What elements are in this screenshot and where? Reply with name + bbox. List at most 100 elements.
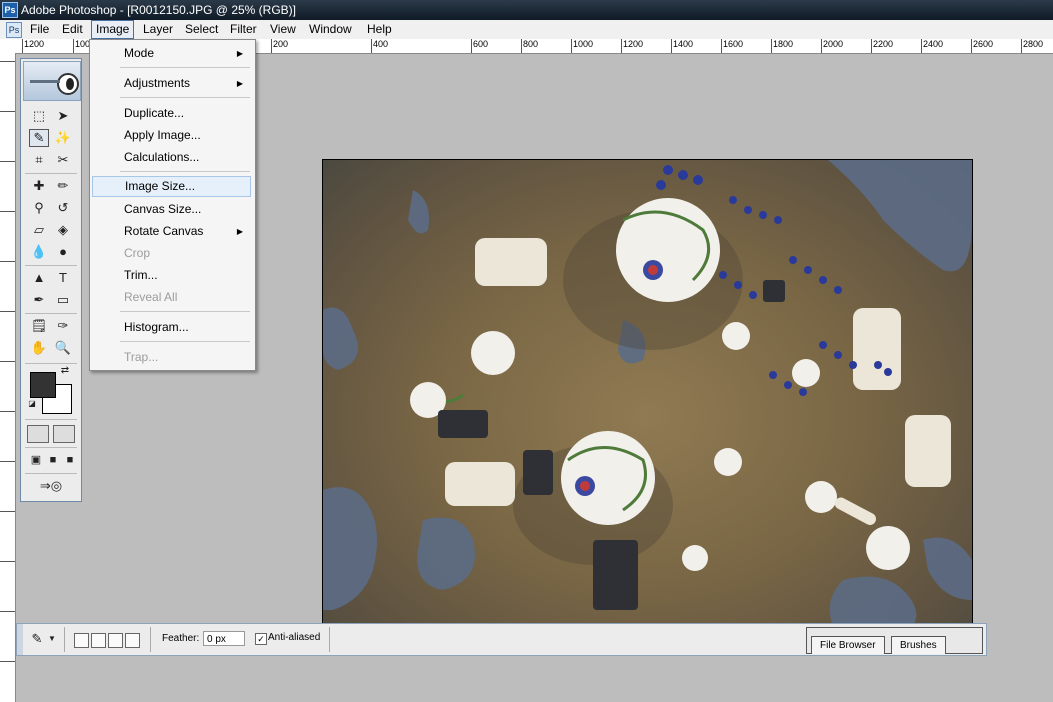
- submenu-arrow-icon: ▶: [236, 49, 243, 58]
- menu-help[interactable]: Help: [363, 21, 396, 38]
- menu-item-reveal-all: Reveal All: [124, 290, 178, 304]
- jump-to-imageready-icon[interactable]: ⇒◎: [31, 477, 71, 495]
- menu-item-image-size[interactable]: Image Size...: [92, 176, 251, 197]
- paint-bucket-tool-icon[interactable]: ◈: [53, 221, 73, 239]
- menu-edit[interactable]: Edit: [58, 21, 87, 38]
- full-screen-mode-icon[interactable]: ■: [60, 451, 80, 469]
- submenu-arrow-icon: ▶: [236, 79, 243, 88]
- brush-tool-icon[interactable]: ✏: [53, 177, 73, 195]
- menu-select[interactable]: Select: [181, 21, 222, 38]
- menu-item-apply-image[interactable]: Apply Image...: [92, 125, 251, 146]
- notes-tool-icon[interactable]: 🗒: [29, 317, 49, 335]
- anti-aliased-checkbox[interactable]: ✓: [255, 633, 267, 645]
- ruler-h-label: 2800: [1023, 39, 1044, 49]
- menu-layer[interactable]: Layer: [139, 21, 177, 38]
- hand-tool-icon[interactable]: ✋: [29, 339, 49, 357]
- menu-file[interactable]: File: [26, 21, 53, 38]
- standard-mode-button[interactable]: [27, 425, 49, 443]
- anti-aliased-label: Anti-aliased: [268, 632, 321, 643]
- toolbox-header-logo[interactable]: [23, 61, 81, 101]
- eyedropper-tool-icon[interactable]: ✑: [53, 317, 73, 335]
- title-bar: Ps Adobe Photoshop - [R0012150.JPG @ 25%…: [0, 0, 1053, 20]
- clone-stamp-tool-icon[interactable]: ⚲: [29, 199, 49, 217]
- options-bar-grip[interactable]: [17, 624, 23, 655]
- crop-tool-icon[interactable]: ⌗: [29, 151, 49, 169]
- menu-window[interactable]: Window: [305, 21, 356, 38]
- photoshop-app-icon[interactable]: Ps: [2, 2, 18, 18]
- image-menu-dropdown: Mode ▶ Adjustments ▶ Duplicate... Apply Im…: [89, 39, 256, 371]
- lasso-tool-preset-icon[interactable]: ✎: [27, 630, 47, 648]
- vertical-ruler[interactable]: [0, 53, 16, 702]
- menu-item-adjustments[interactable]: Adjustments ▶: [92, 73, 251, 94]
- ruler-h-label: 200: [273, 39, 289, 49]
- intersect-selection-icon[interactable]: [125, 633, 140, 648]
- menu-item-crop: Crop: [124, 246, 151, 260]
- toolbox: ⬚ ➤ ✎ ✨ ⌗ ✂ ✚ ✏ ⚲ ↺ ▱ ◈ 💧 ● ▲ T ✒ ▭ 🗒 ✑ …: [20, 58, 82, 502]
- healing-brush-tool-icon[interactable]: ✚: [29, 177, 49, 195]
- menu-item-mode-label: Mode: [124, 46, 155, 60]
- pen-tool-icon[interactable]: ✒: [29, 291, 49, 309]
- swap-colors-icon[interactable]: ⇄: [59, 365, 71, 377]
- tab-file-browser[interactable]: File Browser: [811, 636, 885, 654]
- type-tool-icon[interactable]: T: [53, 269, 73, 287]
- menu-item-trap: Trap...: [124, 350, 159, 364]
- zoom-tool-icon[interactable]: 🔍: [53, 339, 73, 357]
- lasso-tool-icon[interactable]: ✎: [29, 129, 49, 147]
- ruler-h-label: 2000: [823, 39, 844, 49]
- ruler-h-label: 1400: [673, 39, 694, 49]
- move-tool-icon[interactable]: ➤: [53, 107, 73, 125]
- ruler-h-label: 600: [473, 39, 489, 49]
- tab-brushes[interactable]: Brushes: [891, 636, 946, 654]
- menu-item-trim[interactable]: Trim...: [92, 265, 251, 286]
- menu-item-canvas-size[interactable]: Canvas Size...: [92, 199, 251, 220]
- ruler-h-label: 800: [523, 39, 539, 49]
- history-brush-tool-icon[interactable]: ↺: [53, 199, 73, 217]
- quick-mask-mode-button[interactable]: [53, 425, 75, 443]
- ruler-h-label: 2400: [923, 39, 944, 49]
- ruler-h-label: 2200: [873, 39, 894, 49]
- document-canvas[interactable]: [322, 159, 973, 627]
- foreground-color-swatch[interactable]: [30, 372, 56, 398]
- menu-image[interactable]: Image: [91, 20, 135, 39]
- menu-item-duplicate[interactable]: Duplicate...: [92, 103, 251, 124]
- magic-wand-tool-icon[interactable]: ✨: [53, 129, 73, 147]
- ruler-h-label: 1000: [573, 39, 594, 49]
- submenu-arrow-icon: ▶: [236, 227, 243, 236]
- menu-item-rotate-canvas-label: Rotate Canvas: [124, 224, 204, 238]
- ruler-h-label: 1200: [623, 39, 644, 49]
- new-selection-icon[interactable]: [74, 633, 89, 648]
- subtract-from-selection-icon[interactable]: [108, 633, 123, 648]
- preset-dropdown-arrow-icon[interactable]: ▼: [47, 630, 57, 648]
- dodge-tool-icon[interactable]: ●: [53, 243, 73, 261]
- menu-item-rotate-canvas[interactable]: Rotate Canvas ▶: [92, 221, 251, 242]
- slice-tool-icon[interactable]: ✂: [53, 151, 73, 169]
- shape-tool-icon[interactable]: ▭: [53, 291, 73, 309]
- menu-item-adjustments-label: Adjustments: [124, 76, 191, 90]
- path-selection-tool-icon[interactable]: ▲: [29, 269, 49, 287]
- ruler-h-label: 2600: [973, 39, 994, 49]
- marquee-tool-icon[interactable]: ⬚: [29, 107, 49, 125]
- ruler-h-label: 100: [75, 39, 91, 49]
- document-icon[interactable]: Ps: [6, 22, 22, 38]
- ruler-h-label: 1600: [723, 39, 744, 49]
- ruler-h-label: 1200: [24, 39, 45, 49]
- tabletop-photo: [323, 160, 972, 626]
- menu-item-calculations[interactable]: Calculations...: [92, 147, 251, 168]
- menu-item-histogram[interactable]: Histogram...: [92, 317, 251, 338]
- eraser-tool-icon[interactable]: ▱: [29, 221, 49, 239]
- options-bar: ✎ ▼ Feather: 0 px ✓ Anti-aliased File Br…: [16, 623, 987, 656]
- ruler-h-label: 1800: [773, 39, 794, 49]
- menu-view[interactable]: View: [266, 21, 300, 38]
- blur-tool-icon[interactable]: 💧: [29, 243, 49, 261]
- menu-item-mode[interactable]: Mode ▶: [92, 43, 251, 64]
- ruler-origin[interactable]: [0, 39, 19, 54]
- feather-input[interactable]: 0 px: [203, 631, 245, 646]
- add-to-selection-icon[interactable]: [91, 633, 106, 648]
- ruler-h-label: 400: [373, 39, 389, 49]
- default-colors-icon[interactable]: ◪: [27, 399, 37, 409]
- feather-label: Feather:: [162, 633, 200, 644]
- menu-filter[interactable]: Filter: [226, 21, 261, 38]
- window-title: Adobe Photoshop - [R0012150.JPG @ 25% (R…: [21, 3, 296, 17]
- palette-well: File Browser Brushes: [806, 627, 983, 654]
- menu-bar: Ps File Edit Image Layer Select Filter V…: [0, 20, 1053, 40]
